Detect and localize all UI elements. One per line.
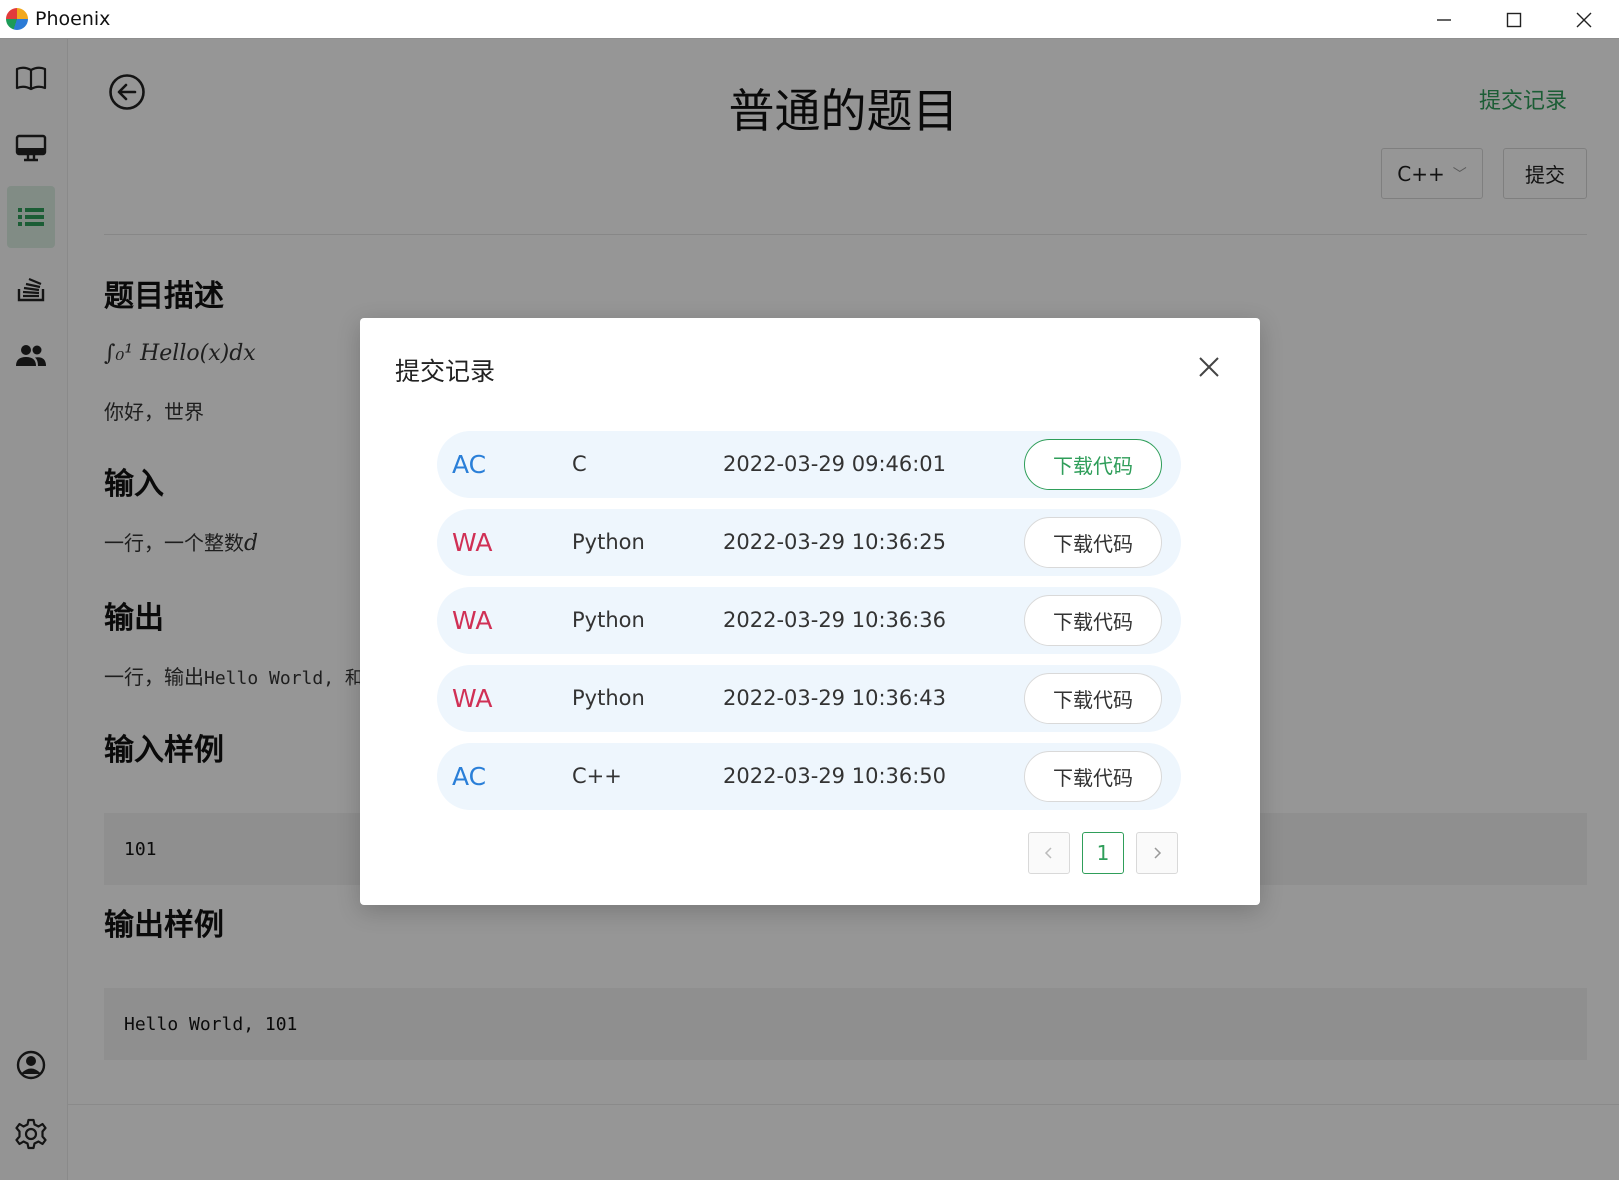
title-bar: Phoenix (0, 0, 1619, 39)
chevron-left-icon (1044, 847, 1052, 859)
record-time: 2022-03-29 10:36:36 (723, 608, 947, 632)
close-window-button[interactable] (1549, 0, 1619, 39)
prev-page-button[interactable] (1028, 832, 1070, 874)
record-status: WA (452, 606, 493, 635)
next-page-button[interactable] (1136, 832, 1178, 874)
record-status: WA (452, 684, 493, 713)
download-code-button[interactable]: 下载代码 (1024, 517, 1162, 568)
record-status: AC (452, 762, 487, 791)
record-row: WA Python 2022-03-29 10:36:36 下载代码 (437, 587, 1181, 654)
app-logo-icon (6, 8, 28, 30)
chevron-right-icon (1154, 847, 1162, 859)
maximize-icon (1506, 12, 1522, 27)
record-status: WA (452, 528, 493, 557)
record-language: Python (572, 686, 645, 710)
record-language: C (572, 452, 587, 476)
close-window-icon (1576, 12, 1592, 27)
close-icon[interactable] (1198, 356, 1220, 378)
record-time: 2022-03-29 10:36:25 (723, 530, 947, 554)
download-code-button[interactable]: 下载代码 (1024, 673, 1162, 724)
download-code-button[interactable]: 下载代码 (1024, 595, 1162, 646)
record-time: 2022-03-29 10:36:43 (723, 686, 947, 710)
record-time: 2022-03-29 10:36:50 (723, 764, 947, 788)
page-button-current[interactable]: 1 (1082, 832, 1124, 874)
record-time: 2022-03-29 09:46:01 (723, 452, 947, 476)
record-row: WA Python 2022-03-29 10:36:25 下载代码 (437, 509, 1181, 576)
record-row: AC C++ 2022-03-29 10:36:50 下载代码 (437, 743, 1181, 810)
dialog-title: 提交记录 (395, 357, 496, 386)
maximize-button[interactable] (1479, 0, 1549, 39)
record-language: Python (572, 530, 645, 554)
record-language: Python (572, 608, 645, 632)
app-title: Phoenix (35, 8, 111, 30)
record-row: AC C 2022-03-29 09:46:01 下载代码 (437, 431, 1181, 498)
record-status: AC (452, 450, 487, 479)
record-row: WA Python 2022-03-29 10:36:43 下载代码 (437, 665, 1181, 732)
window-controls (1409, 0, 1619, 39)
minimize-button[interactable] (1409, 0, 1479, 39)
minimize-icon (1437, 18, 1451, 21)
download-code-button[interactable]: 下载代码 (1024, 751, 1162, 802)
submission-records-dialog: 提交记录 AC C 2022-03-29 09:46:01 下载代码 WA Py… (360, 318, 1260, 905)
download-code-button[interactable]: 下载代码 (1024, 439, 1162, 490)
record-language: C++ (572, 764, 622, 788)
